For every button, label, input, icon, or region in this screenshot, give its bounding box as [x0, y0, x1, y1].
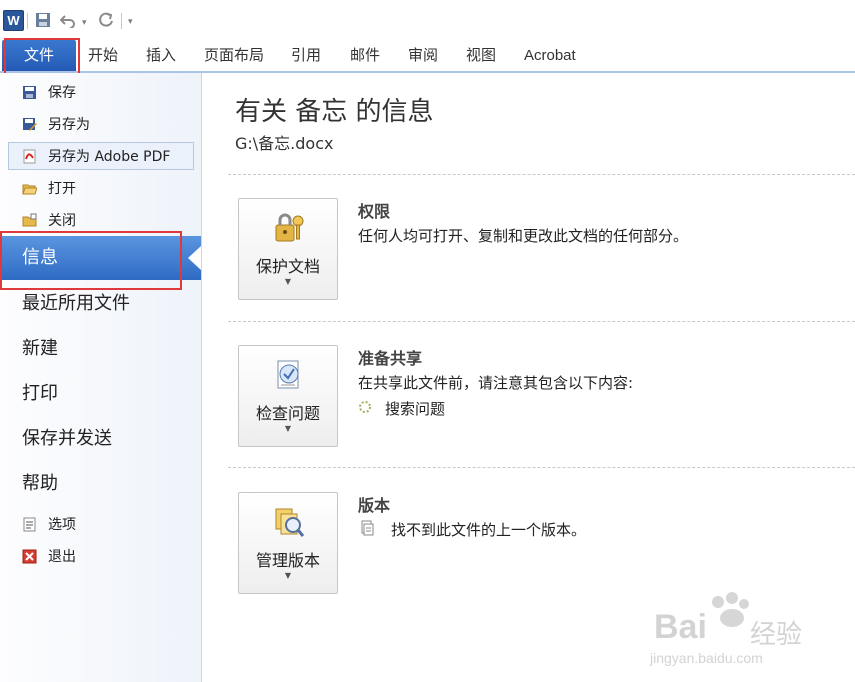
divider: [228, 467, 855, 468]
save-icon: [23, 86, 36, 99]
save-as-icon: [23, 118, 37, 131]
tab-page-layout[interactable]: 页面布局: [204, 40, 264, 71]
lock-key-icon: [275, 213, 304, 242]
highlight-info-item: [0, 231, 182, 290]
qat-separator: [27, 13, 28, 29]
searching-spinner-icon: [359, 401, 371, 413]
nav-recent[interactable]: 最近所用文件: [22, 289, 130, 319]
prepare-sharing-title: 准备共享: [358, 349, 423, 368]
nav-new[interactable]: 新建: [22, 334, 58, 364]
dropdown-arrow-icon: ▼: [284, 277, 292, 286]
tab-references[interactable]: 引用: [291, 40, 321, 71]
word-app-icon[interactable]: W: [3, 10, 24, 31]
no-previous-version-text: 找不到此文件的上一个版本。: [391, 521, 587, 539]
tab-insert[interactable]: 插入: [146, 40, 176, 71]
nav-help[interactable]: 帮助: [22, 469, 58, 499]
manage-versions-button[interactable]: 管理版本 ▼: [238, 492, 338, 594]
pdf-icon: [23, 149, 36, 164]
watermark-bai: Bai: [654, 608, 707, 646]
backstage-nav: 保存 另存为 另存为 Adobe PDF 打开 关闭 信息 最近所用文件 新建 …: [0, 73, 202, 682]
watermark-jingyan: 经验: [750, 620, 803, 650]
file-path: G:\备忘.docx: [235, 134, 334, 153]
permissions-title: 权限: [358, 202, 391, 221]
tab-mailings[interactable]: 邮件: [350, 40, 380, 71]
save-as-adobe-pdf-label: 另存为 Adobe PDF: [48, 149, 171, 165]
customize-qat-icon[interactable]: ▾: [128, 14, 133, 30]
tab-view[interactable]: 视图: [466, 40, 496, 71]
watermark-url: jingyan.baidu.com: [650, 650, 763, 666]
save-as-label: 另存为: [48, 117, 90, 133]
document-icon: [361, 520, 374, 536]
options-icon: [23, 517, 36, 532]
divider: [228, 174, 855, 175]
nav-save-and-send[interactable]: 保存并发送: [22, 424, 112, 454]
protect-document-label: 保护文档: [255, 257, 320, 276]
exit-label: 退出: [48, 549, 76, 565]
searching-issues-text: 搜索问题: [385, 400, 446, 418]
inspect-document-icon: [277, 360, 299, 389]
tab-acrobat[interactable]: Acrobat: [524, 40, 576, 71]
redo-icon[interactable]: [98, 12, 114, 28]
close-label: 关闭: [48, 213, 76, 229]
check-for-issues-button[interactable]: 检查问题 ▼: [238, 345, 338, 447]
save-label: 保存: [48, 85, 76, 101]
qat-separator: [121, 13, 122, 29]
folder-open-icon: [22, 184, 37, 195]
check-for-issues-label: 检查问题: [255, 404, 320, 423]
exit-icon: [22, 549, 37, 564]
manage-versions-icon: [275, 508, 305, 537]
versions-title: 版本: [358, 496, 391, 515]
permissions-text: 任何人均可打开、复制和更改此文档的任何部分。: [358, 227, 689, 245]
baidu-jingyan-watermark: Bai 经验 jingyan.baidu.com: [640, 590, 820, 670]
open-label: 打开: [48, 181, 76, 197]
divider: [228, 321, 855, 322]
dropdown-arrow-icon: ▼: [284, 571, 292, 580]
protect-document-button[interactable]: 保护文档 ▼: [238, 198, 338, 300]
nav-print[interactable]: 打印: [22, 379, 58, 409]
folder-close-icon: [22, 213, 37, 227]
manage-versions-label: 管理版本: [255, 551, 320, 570]
quick-access-toolbar: W ▾ ▾: [0, 0, 855, 40]
undo-dropdown-icon[interactable]: ▾: [82, 15, 87, 31]
tab-home[interactable]: 开始: [88, 40, 118, 71]
options-label: 选项: [48, 517, 76, 533]
selection-arrow: [188, 246, 201, 270]
undo-icon[interactable]: [60, 12, 76, 28]
save-icon[interactable]: [35, 12, 51, 28]
prepare-sharing-text: 在共享此文件前，请注意其包含以下内容:: [358, 374, 634, 392]
dropdown-arrow-icon: ▼: [284, 424, 292, 433]
page-title: 有关 备忘 的信息: [235, 97, 434, 127]
tab-review[interactable]: 审阅: [408, 40, 438, 71]
ribbon-tabs: 文件 开始 插入 页面布局 引用 邮件 审阅 视图 Acrobat: [0, 40, 855, 73]
